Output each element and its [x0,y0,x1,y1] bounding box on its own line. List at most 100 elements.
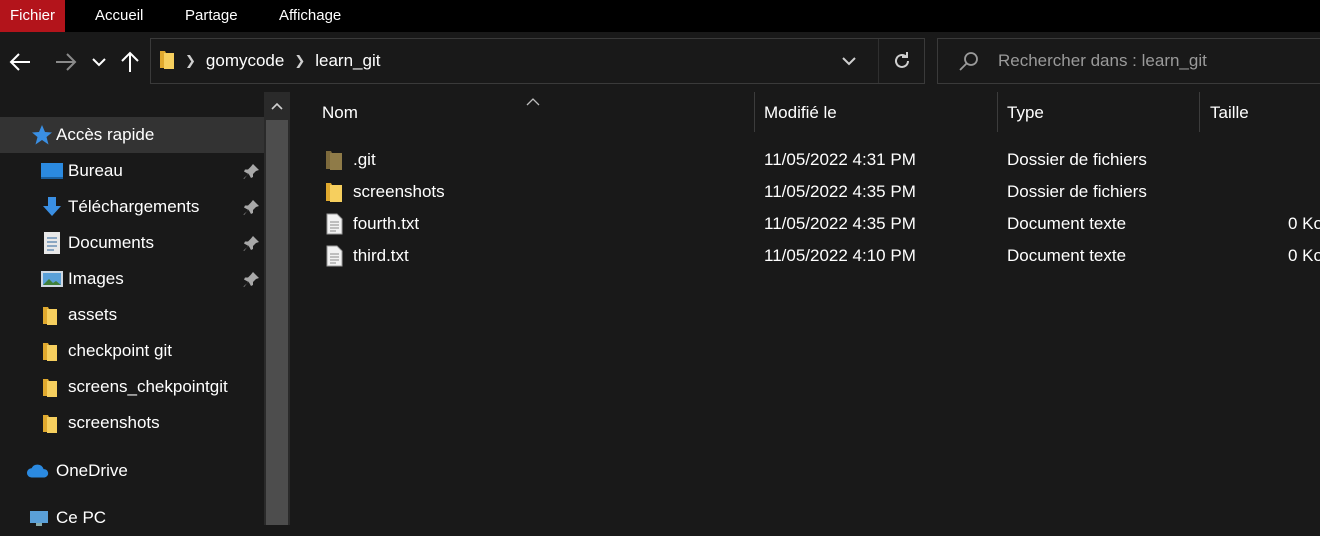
table-row[interactable]: third.txt 11/05/2022 4:10 PM Document te… [290,240,1320,272]
arrow-left-icon [9,53,30,71]
search-box[interactable]: Rechercher dans : learn_git [937,38,1320,84]
column-divider[interactable] [997,92,998,132]
star-icon [30,123,54,147]
file-name: third.txt [353,246,409,265]
file-list: Nom Modifié le Type Taille .git 11/05/20… [290,92,1320,525]
back-button[interactable] [6,46,34,78]
tab-fichier[interactable]: Fichier [0,0,66,32]
sidebar-item-label: screenshots [68,413,160,432]
sidebar-item-images[interactable]: Images [0,261,264,297]
column-header-type[interactable]: Type [1007,92,1044,134]
file-size: 0 Ko [1288,214,1320,233]
folder-icon [326,183,342,202]
ribbon-tabs: Fichier Accueil Partage Affichage [0,0,1320,32]
computer-icon [28,506,52,530]
folder-icon [38,411,62,435]
table-row[interactable]: screenshots 11/05/2022 4:35 PM Dossier d… [290,176,1320,208]
sidebar-item-label: checkpoint git [68,341,172,360]
pin-icon [243,200,259,215]
chevron-right-icon: ❯ [185,53,196,68]
address-history-dropdown[interactable] [834,39,864,83]
sidebar-item-screenshots[interactable]: screenshots [0,405,264,441]
scrollbar-thumb[interactable] [266,120,288,525]
sidebar-item-bureau[interactable]: Bureau [0,153,264,189]
sidebar-item-label: Images [68,269,124,288]
column-header-name[interactable]: Nom [322,92,358,134]
sidebar-item-onedrive[interactable]: OneDrive [0,453,264,489]
file-modified: 11/05/2022 4:10 PM [764,246,916,265]
sidebar-item-ce-pc[interactable]: Ce PC [0,500,264,536]
column-divider[interactable] [1199,92,1200,132]
sidebar-item-assets[interactable]: assets [0,297,264,333]
file-modified: 11/05/2022 4:35 PM [764,214,916,233]
sidebar-item-screens-chekpointgit[interactable]: screens_chekpointgit [0,369,264,405]
pin-icon [243,236,259,251]
chevron-right-icon: ❯ [294,53,306,68]
file-type: Document texte [1007,214,1127,233]
images-icon [40,267,64,291]
search-icon [958,51,980,78]
sidebar-item-telechargements[interactable]: Téléchargements [0,189,264,225]
navigation-bar: ❯ gomycode ❯ learn_git Rechercher dans :… [0,32,1320,92]
file-name: screenshots [353,182,445,201]
sidebar-item-label: screens_chekpointgit [68,377,228,396]
folder-icon [159,48,175,75]
tab-affichage[interactable]: Affichage [279,0,341,32]
file-type: Dossier de fichiers [1007,182,1147,201]
sidebar-item-checkpoint-git[interactable]: checkpoint git [0,333,264,369]
pin-icon [243,272,259,287]
documents-icon [40,231,64,255]
address-bar[interactable]: ❯ gomycode ❯ learn_git [150,38,925,84]
tab-accueil[interactable]: Accueil [95,0,143,32]
arrow-right-icon [56,53,77,71]
column-header-modified[interactable]: Modifié le [764,92,837,134]
file-name: .git [353,150,376,169]
search-placeholder: Rechercher dans : learn_git [998,51,1207,70]
recent-locations-button[interactable] [88,46,110,78]
sort-ascending-icon [526,92,540,112]
chevron-down-icon [92,58,106,67]
refresh-button[interactable] [878,39,924,83]
breadcrumb-gomycode[interactable]: gomycode [206,51,284,71]
column-divider[interactable] [754,92,755,132]
sidebar-item-label: Ce PC [56,508,107,527]
sidebar-item-label: OneDrive [56,461,128,480]
navigation-pane: Accès rapide Bureau Téléchargements Docu… [0,92,290,527]
refresh-icon [894,52,909,68]
tab-partage[interactable]: Partage [185,0,238,32]
text-file-icon [326,213,343,235]
file-size: 0 Ko [1288,246,1320,265]
breadcrumb-learn-git[interactable]: learn_git [315,51,380,71]
pin-icon [243,164,259,179]
sidebar-item-acces-rapide[interactable]: Accès rapide [0,117,264,153]
up-button[interactable] [118,46,142,78]
chevron-up-icon [271,102,283,110]
chevron-down-icon [842,57,856,66]
table-row[interactable]: .git 11/05/2022 4:31 PM Dossier de fichi… [290,144,1320,176]
column-header-size[interactable]: Taille [1210,92,1249,134]
cloud-icon [26,459,50,483]
file-name: fourth.txt [353,214,420,233]
file-modified: 11/05/2022 4:35 PM [764,182,916,201]
navigation-scrollbar[interactable] [264,92,290,525]
table-row[interactable]: fourth.txt 11/05/2022 4:35 PM Document t… [290,208,1320,240]
file-modified: 11/05/2022 4:31 PM [764,150,916,169]
file-type: Dossier de fichiers [1007,150,1147,169]
download-icon [40,195,64,219]
sidebar-item-label: Téléchargements [68,197,200,216]
desktop-icon [40,159,64,183]
sidebar-item-label: Accès rapide [56,125,155,144]
arrow-up-icon [121,51,139,72]
folder-icon [38,339,62,363]
text-file-icon [326,245,343,267]
breadcrumb: ❯ gomycode ❯ learn_git [151,39,380,83]
sidebar-item-label: Bureau [68,161,123,180]
folder-icon [38,303,62,327]
sidebar-item-label: Documents [68,233,154,252]
scroll-up-button[interactable] [264,96,290,116]
folder-icon [38,375,62,399]
sidebar-item-label: assets [68,305,118,324]
sidebar-item-documents[interactable]: Documents [0,225,264,261]
forward-button[interactable] [52,46,80,78]
hidden-folder-icon [326,151,342,170]
